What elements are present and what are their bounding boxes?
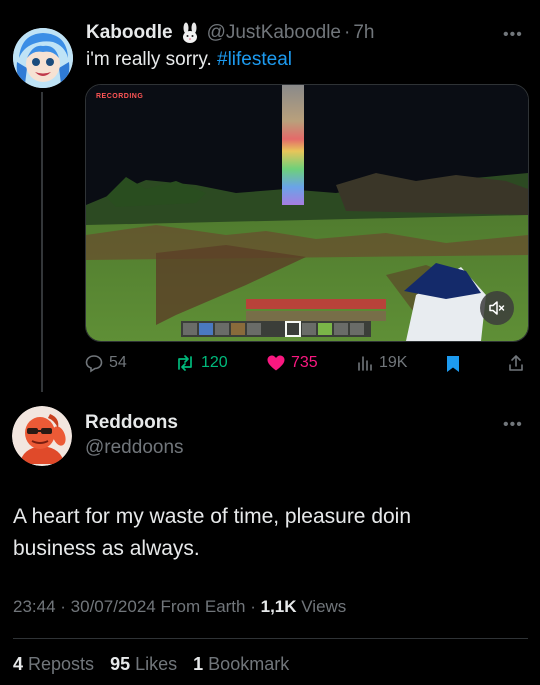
bookmark-filled-icon: [447, 356, 459, 372]
bookmarks-count: 1: [193, 654, 204, 674]
more-options-icon[interactable]: •••: [503, 416, 523, 434]
heart-filled-icon: [267, 355, 285, 371]
handle[interactable]: @JustKaboodle: [207, 22, 341, 44]
post-source: From Earth: [155, 597, 246, 616]
post-date[interactable]: 30/07/2024: [71, 597, 156, 616]
like-button[interactable]: 735: [266, 353, 318, 373]
repost-icon: [178, 355, 192, 371]
likes-count: 95: [110, 654, 131, 674]
post-meta: 23:44 · 30/07/2024 From Earth · 1,1K Vie…: [13, 597, 346, 617]
views-chart-icon: [358, 356, 372, 371]
speaker-mute-icon: [489, 301, 505, 315]
post-text: i'm really sorry. #lifesteal: [86, 49, 292, 71]
display-name-reddoons[interactable]: Reddoons: [85, 412, 178, 434]
more-options-icon[interactable]: •••: [503, 26, 523, 44]
meta-separator: ·: [245, 597, 261, 616]
divider: [13, 638, 528, 639]
display-name[interactable]: Kaboodle: [86, 22, 173, 44]
post-time[interactable]: 7h: [353, 22, 374, 44]
bookmark-button[interactable]: [444, 354, 462, 379]
post-header: Kaboodle @JustKaboodle · 7h: [86, 22, 374, 44]
reposts-count: 4: [13, 654, 24, 674]
views-label: Views: [296, 597, 347, 616]
mute-button[interactable]: [480, 291, 514, 325]
post-text-body: i'm really sorry.: [86, 49, 218, 70]
views-count: 1,1K: [260, 597, 297, 616]
reply-button[interactable]: 54: [84, 353, 127, 373]
thread-connector-line: [41, 92, 43, 392]
repost-button[interactable]: 120: [174, 353, 228, 373]
avatar-kaboodle[interactable]: [13, 28, 73, 88]
hashtag-link[interactable]: #lifesteal: [217, 49, 292, 70]
avatar-reddoons[interactable]: [12, 406, 72, 466]
reply-count: 54: [109, 354, 127, 371]
share-button[interactable]: [507, 353, 525, 378]
separator-dot: ·: [344, 22, 351, 43]
bookmarks-stat[interactable]: 1 Bookmark: [193, 654, 289, 674]
handle-reddoons[interactable]: @reddoons: [85, 437, 184, 459]
bookmarks-label: Bookmark: [203, 654, 290, 674]
views-button[interactable]: 19K: [356, 353, 407, 373]
recording-label: RECORDING: [96, 93, 144, 100]
video-media[interactable]: RECORDING: [85, 84, 529, 342]
post-body-text: A heart for my waste of time, pleasure d…: [13, 505, 412, 560]
engagement-stats: 4 Reposts 95 Likes 1 Bookmark: [13, 654, 289, 675]
post-time[interactable]: 23:44: [13, 597, 56, 616]
meta-separator: ·: [55, 597, 71, 616]
likes-stat[interactable]: 95 Likes: [110, 654, 177, 674]
share-icon: [509, 355, 523, 371]
repost-count: 120: [201, 354, 228, 371]
reply-icon: [85, 355, 103, 373]
likes-label: Likes: [130, 654, 178, 674]
views-count: 19K: [379, 354, 408, 371]
reposts-stat[interactable]: 4 Reposts: [13, 654, 94, 674]
bunny-badge-icon: [179, 22, 201, 44]
like-count: 735: [291, 354, 318, 371]
minecraft-video-frame: [86, 85, 528, 341]
reposts-label: Reposts: [23, 654, 95, 674]
